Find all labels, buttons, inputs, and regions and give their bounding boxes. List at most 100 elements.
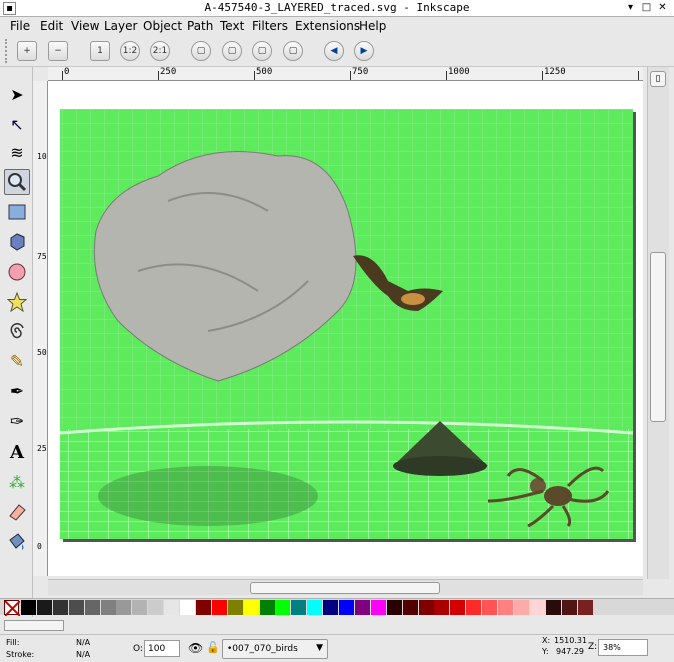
color-swatch[interactable] xyxy=(466,600,482,615)
color-swatch[interactable] xyxy=(498,600,513,615)
color-swatch[interactable] xyxy=(291,600,307,615)
drawing-canvas[interactable] xyxy=(48,81,643,576)
x-coordinate: 1510.31 xyxy=(554,636,588,645)
horizontal-ruler[interactable]: 0 250 500 750 1000 1250 xyxy=(48,67,643,81)
magnifier-icon xyxy=(8,173,27,192)
color-swatch[interactable] xyxy=(116,600,132,615)
color-swatch[interactable] xyxy=(275,600,291,615)
color-swatch[interactable] xyxy=(259,600,275,615)
menu-path[interactable]: Path xyxy=(187,19,213,33)
ellipse-icon xyxy=(8,263,26,281)
zoom-1-2-button[interactable]: 1:2 xyxy=(120,41,140,61)
lock-guides-icon[interactable]: ▯ xyxy=(650,71,666,87)
zoom-drawing-button[interactable]: ▢ xyxy=(222,41,242,61)
spiral-tool-icon[interactable] xyxy=(4,319,30,345)
color-swatch[interactable] xyxy=(100,600,116,615)
vertical-ruler[interactable]: 1000 750 500 250 0 xyxy=(33,81,48,576)
close-icon[interactable]: ✕ xyxy=(656,2,669,15)
text-tool-icon[interactable]: A xyxy=(4,439,30,465)
color-swatch[interactable] xyxy=(84,600,100,615)
eraser-tool-icon[interactable] xyxy=(4,499,30,525)
menu-help[interactable]: Help xyxy=(359,19,386,33)
zoom-field[interactable]: 38% xyxy=(598,639,648,656)
horizontal-scroll-thumb[interactable] xyxy=(250,582,440,594)
color-swatch[interactable] xyxy=(545,600,561,615)
color-swatch[interactable] xyxy=(180,600,195,615)
zoom-page-button[interactable]: ▢ xyxy=(252,41,272,61)
zoom-selection-button[interactable]: ▢ xyxy=(191,41,211,61)
zoom-next-button[interactable]: ▶ xyxy=(354,41,374,61)
tweak-glyph: ≋ xyxy=(10,142,24,162)
zoom-out-button[interactable]: − xyxy=(48,41,68,61)
color-swatch[interactable] xyxy=(354,600,370,615)
color-swatch[interactable] xyxy=(323,600,339,615)
menu-file[interactable]: File xyxy=(10,19,30,33)
pen-glyph: ✒ xyxy=(9,382,25,402)
color-swatch[interactable] xyxy=(339,600,354,615)
color-swatch[interactable] xyxy=(386,600,402,615)
color-swatch[interactable] xyxy=(418,600,434,615)
color-swatch[interactable] xyxy=(21,600,36,615)
pencil-tool-icon[interactable]: ✎ xyxy=(4,349,30,375)
zoom-previous-button[interactable]: ◀ xyxy=(324,41,344,61)
color-swatch[interactable] xyxy=(513,600,529,615)
zoom-page-width-button[interactable]: ▢ xyxy=(283,41,303,61)
color-swatch[interactable] xyxy=(450,600,466,615)
color-swatch[interactable] xyxy=(195,600,211,615)
color-swatch[interactable] xyxy=(577,600,593,615)
layer-dropdown[interactable]: •007_070_birds ▼ xyxy=(222,639,328,659)
opacity-field[interactable]: 100 xyxy=(144,640,180,657)
node-tool-icon[interactable]: ↖ xyxy=(4,111,30,137)
color-swatch[interactable] xyxy=(36,600,52,615)
eye-icon[interactable]: 👁 xyxy=(188,641,203,655)
color-swatch[interactable] xyxy=(52,600,68,615)
hruler-label: 250 xyxy=(160,67,177,77)
rectangle-tool-icon[interactable] xyxy=(4,199,30,225)
palette-scroll-thumb[interactable] xyxy=(4,620,64,631)
menu-filters[interactable]: Filters xyxy=(252,19,288,33)
color-swatch[interactable] xyxy=(148,600,164,615)
color-swatch[interactable] xyxy=(529,600,545,615)
color-swatch[interactable] xyxy=(243,600,259,615)
menu-object[interactable]: Object xyxy=(143,19,182,33)
calligraphy-tool-icon[interactable]: ✑ xyxy=(4,409,30,435)
zoom-2-1-button[interactable]: 2:1 xyxy=(150,41,170,61)
star-tool-icon[interactable] xyxy=(4,289,30,315)
vertical-scrollbar[interactable]: ▯ xyxy=(647,67,669,579)
color-swatch[interactable] xyxy=(132,600,148,615)
lock-icon[interactable]: 🔓 xyxy=(206,641,220,654)
paint-bucket-tool-icon[interactable] xyxy=(4,529,30,555)
zoom-1-1-button[interactable]: 1 xyxy=(90,41,110,61)
layer-name: •007_070_birds xyxy=(227,644,298,654)
color-swatch[interactable] xyxy=(164,600,180,615)
selector-tool-icon[interactable]: ➤ xyxy=(4,81,30,107)
color-swatch[interactable] xyxy=(434,600,450,615)
zoom-label: Z: xyxy=(588,642,598,652)
minimize-icon[interactable]: ▾ xyxy=(624,2,637,15)
vertical-scroll-thumb[interactable] xyxy=(650,252,666,422)
color-swatch[interactable] xyxy=(211,600,227,615)
horizontal-scrollbar[interactable] xyxy=(48,579,643,595)
palette-scrollbar[interactable] xyxy=(0,617,674,634)
menu-text[interactable]: Text xyxy=(220,19,244,33)
menu-layer[interactable]: Layer xyxy=(104,19,137,33)
pen-tool-icon[interactable]: ✒ xyxy=(4,379,30,405)
maximize-icon[interactable]: □ xyxy=(640,2,653,15)
color-swatch[interactable] xyxy=(370,600,386,615)
spray-tool-icon[interactable]: ⁂ xyxy=(4,469,30,495)
color-swatch[interactable] xyxy=(561,600,577,615)
3d-box-tool-icon[interactable] xyxy=(4,229,30,255)
menu-view[interactable]: View xyxy=(71,19,99,33)
menu-edit[interactable]: Edit xyxy=(40,19,63,33)
color-swatch[interactable] xyxy=(402,600,418,615)
tweak-tool-icon[interactable]: ≋ xyxy=(4,139,30,165)
color-swatch[interactable] xyxy=(68,600,84,615)
color-swatch[interactable] xyxy=(307,600,323,615)
zoom-tool-icon[interactable] xyxy=(4,169,30,195)
ellipse-tool-icon[interactable] xyxy=(4,259,30,285)
color-swatch[interactable] xyxy=(482,600,498,615)
menu-extensions[interactable]: Extensions xyxy=(295,19,360,33)
no-paint-swatch[interactable] xyxy=(4,600,21,617)
color-swatch[interactable] xyxy=(227,600,243,615)
zoom-in-button[interactable]: + xyxy=(17,41,37,61)
